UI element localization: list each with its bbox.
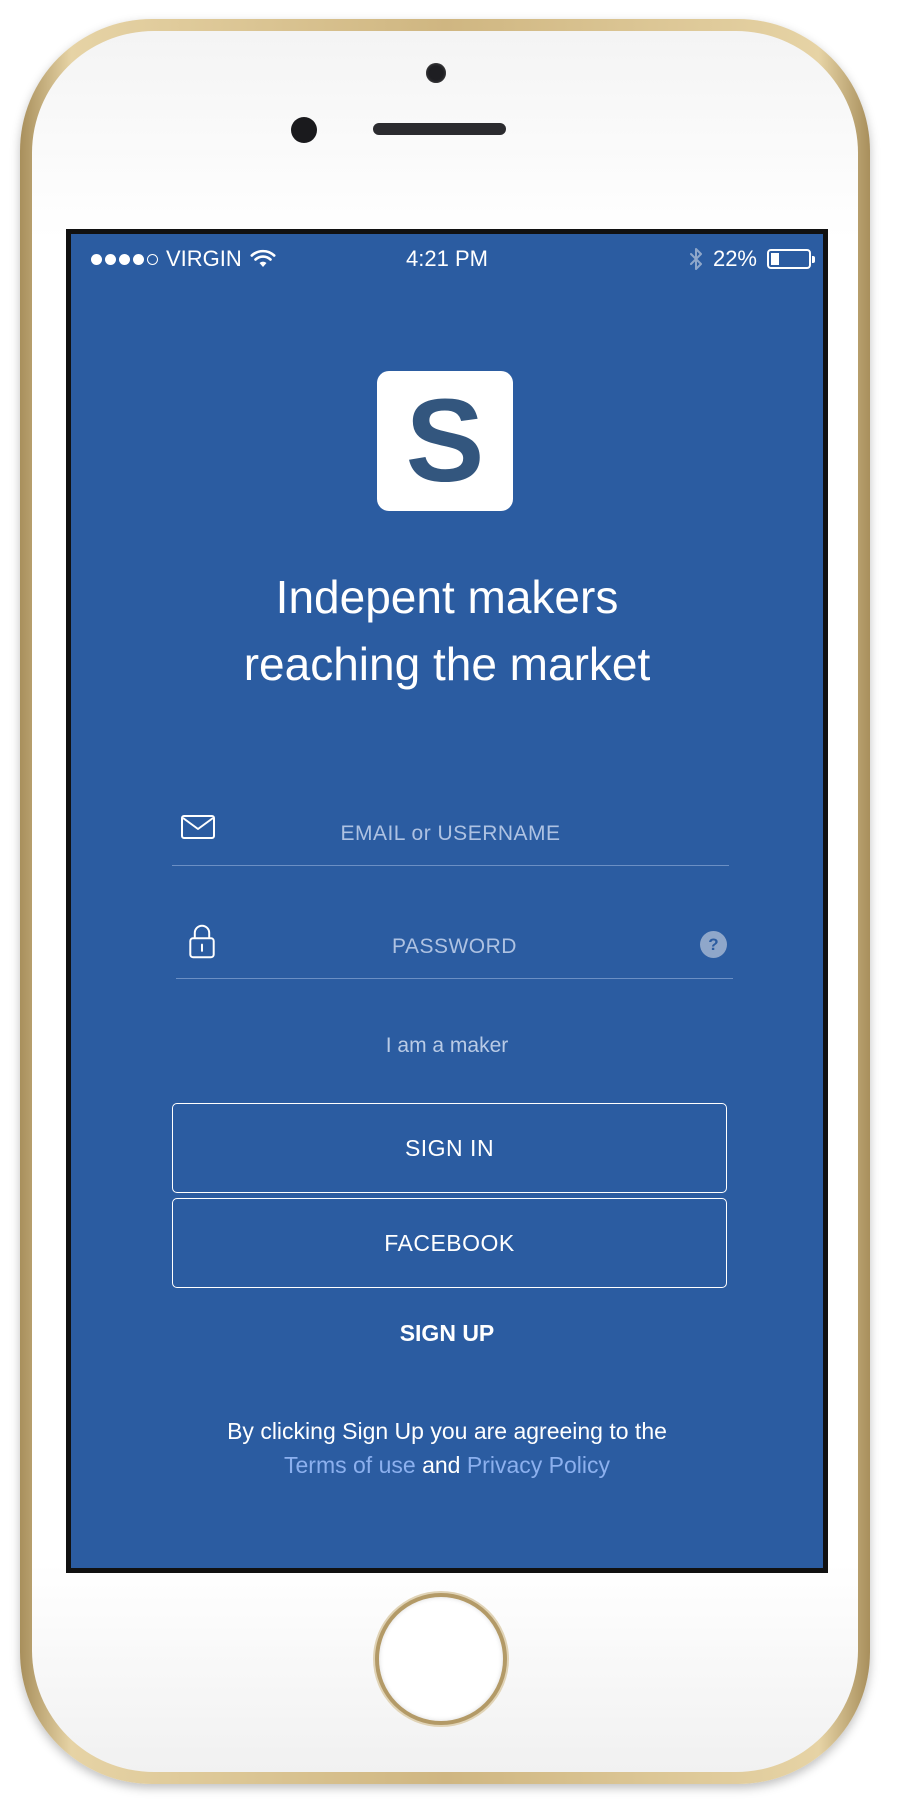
- email-field: [172, 806, 729, 866]
- battery-icon: [767, 249, 815, 269]
- lock-icon: [189, 924, 215, 959]
- sign-up-link[interactable]: SIGN UP: [71, 1320, 823, 1347]
- app-logo-letter: S: [405, 375, 485, 507]
- legal-prefix: By clicking Sign Up you are agreeing to …: [227, 1418, 667, 1444]
- password-field: ?: [176, 919, 733, 979]
- headline-line-2: reaching the market: [243, 638, 651, 690]
- sign-in-button[interactable]: SIGN IN: [172, 1103, 727, 1193]
- earpiece-speaker: [373, 123, 506, 135]
- status-right: 22%: [689, 246, 815, 272]
- legal-conjunction: and: [422, 1452, 461, 1478]
- maker-link[interactable]: I am a maker: [71, 1034, 823, 1058]
- battery-level-fill: [771, 253, 779, 265]
- terms-of-use-link[interactable]: Terms of use: [284, 1452, 416, 1478]
- front-camera-icon: [426, 63, 446, 83]
- envelope-icon: [181, 815, 215, 839]
- legal-links-line: Terms of use and Privacy Policy: [71, 1448, 823, 1482]
- battery-percent: 22%: [712, 246, 757, 271]
- facebook-button[interactable]: FACEBOOK: [172, 1198, 727, 1288]
- help-icon[interactable]: ?: [700, 931, 727, 958]
- email-input[interactable]: [222, 816, 679, 852]
- home-button[interactable]: [375, 1593, 507, 1725]
- status-bar: VIRGIN 4:21 PM 22%: [71, 234, 823, 282]
- password-input[interactable]: [226, 929, 683, 965]
- legal-notice: By clicking Sign Up you are agreeing to …: [71, 1414, 823, 1482]
- app-screen: VIRGIN 4:21 PM 22% S Indepent makers rea…: [66, 229, 828, 1573]
- proximity-sensor-icon: [291, 117, 317, 143]
- headline-line-1: Indepent makers: [275, 571, 619, 623]
- privacy-policy-link[interactable]: Privacy Policy: [467, 1452, 610, 1478]
- headline: Indepent makers reaching the market: [71, 564, 823, 698]
- app-logo: S: [377, 371, 513, 511]
- bluetooth-icon: [689, 248, 702, 270]
